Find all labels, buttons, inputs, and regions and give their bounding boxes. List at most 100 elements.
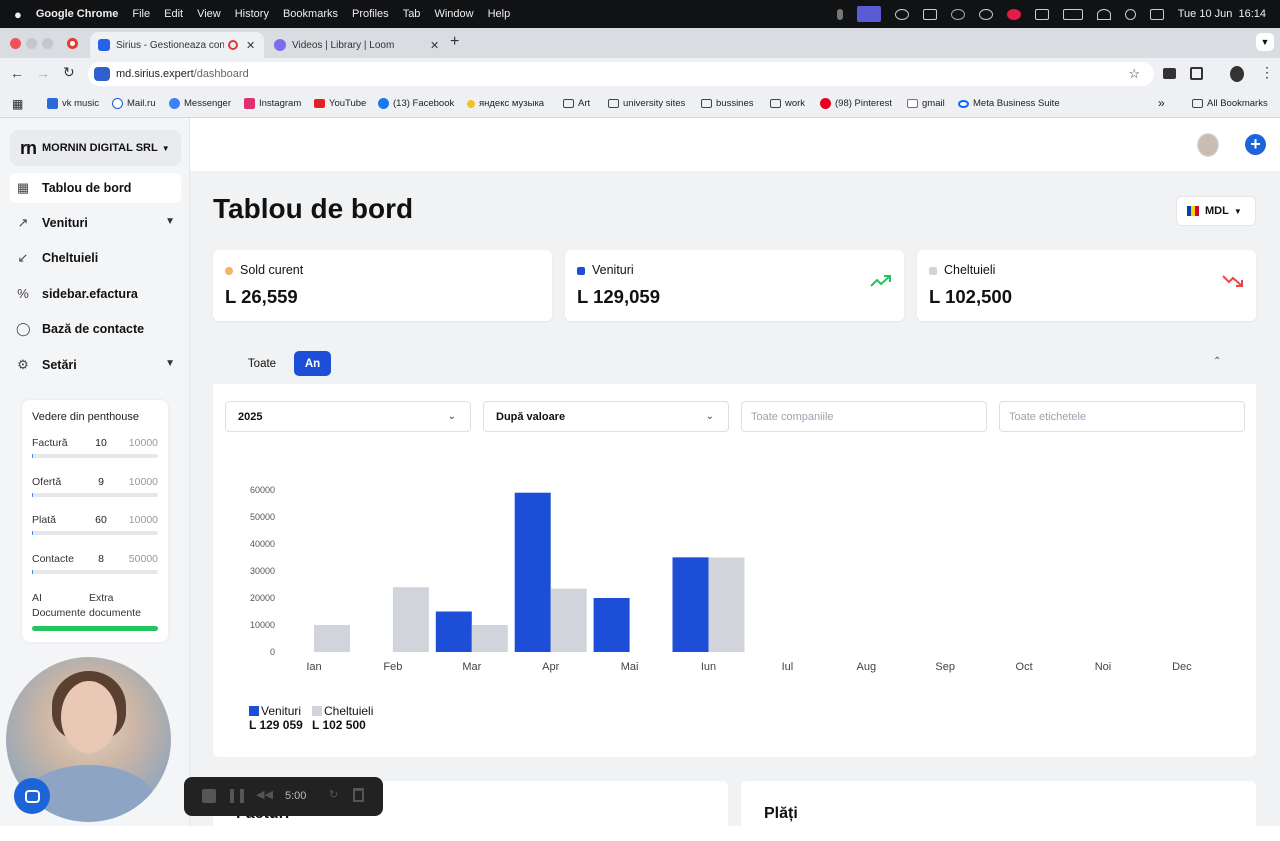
x-tick-label: Oct [1016, 661, 1033, 673]
bookmark-gmail[interactable]: gmail [907, 98, 945, 109]
bookmark-art[interactable]: Art [563, 98, 590, 109]
sidebar-item-efactura[interactable]: % sidebar.efactura [10, 279, 181, 309]
company-switcher[interactable]: rn MORNIN DIGITAL SRL ▼ [10, 130, 181, 166]
window-minimize-button[interactable] [26, 38, 37, 49]
menubar-clock[interactable]: Tue 10 Jun 16:14 [1178, 8, 1266, 20]
tab-sirius[interactable]: Sirius - Gestioneaza cont ✕ [90, 32, 264, 58]
bar-venituri-apr [514, 492, 551, 652]
bookmark-youtube[interactable]: YouTube [314, 98, 366, 109]
bookmark-meta-business-suite[interactable]: Meta Business Suite [958, 98, 1060, 109]
tab-toate[interactable]: Toate [239, 351, 285, 376]
more-bookmarks-chevron-icon[interactable]: » [1158, 96, 1165, 110]
menubar-status-area: Tue 10 Jun 16:14 [836, 0, 1266, 28]
menu-view[interactable]: View [197, 8, 221, 20]
menu-bookmarks[interactable]: Bookmarks [283, 8, 338, 20]
forward-button[interactable]: → [36, 65, 50, 81]
bookmark-star-icon[interactable]: ☆ [1128, 66, 1140, 82]
site-info-icon[interactable] [94, 67, 110, 81]
tab-search-button[interactable]: ▼ [1256, 33, 1274, 51]
legend-swatch [249, 706, 259, 716]
extension-icon[interactable] [1163, 68, 1176, 79]
menu-window[interactable]: Window [434, 8, 473, 20]
card-sold-curent: Sold curent L 26,559 [213, 250, 552, 321]
apple-icon[interactable]: ● [14, 7, 22, 22]
chrome-menu-icon[interactable]: ⋮ [1260, 64, 1274, 81]
plan-title: Vedere din penthouse [32, 411, 140, 423]
bookmark-facebook[interactable]: (13) Facebook [378, 98, 454, 109]
menu-edit[interactable]: Edit [164, 8, 183, 20]
chevron-down-icon[interactable]: ▼ [165, 358, 175, 369]
window-close-button[interactable] [10, 38, 21, 49]
reload-button[interactable]: ↻ [63, 64, 75, 81]
bookmark-work[interactable]: work [770, 98, 805, 109]
menu-file[interactable]: File [132, 8, 150, 20]
tab-title: Sirius - Gestioneaza cont [116, 39, 224, 51]
menu-profiles[interactable]: Profiles [352, 8, 389, 20]
gear-icon: ⚙ [17, 357, 29, 372]
menu-help[interactable]: Help [488, 8, 511, 20]
bookmark-mailru[interactable]: Mail.ru [112, 98, 156, 109]
chrome-extension-icon[interactable] [894, 8, 909, 20]
bookmark-instagram[interactable]: Instagram [244, 98, 301, 109]
user-avatar[interactable] [1197, 133, 1219, 157]
extensions-puzzle-icon[interactable] [1190, 67, 1203, 80]
rewind-icon[interactable]: ◀◀ [256, 788, 273, 801]
display-icon[interactable] [922, 8, 937, 20]
legend-item-venituri[interactable]: Venituri L 129 059 [249, 704, 303, 732]
currency-selector[interactable]: MDL ▼ [1176, 196, 1256, 226]
bookmark-pinterest[interactable]: (98) Pinterest [820, 98, 892, 109]
bookmark-vk-music[interactable]: vk music [47, 98, 99, 109]
window-zoom-button[interactable] [42, 38, 53, 49]
search-icon[interactable] [1124, 8, 1136, 20]
year-select[interactable]: 2025 ⌄ [225, 401, 471, 432]
tab-close-icon[interactable]: ✕ [430, 39, 439, 52]
stop-recording-button[interactable] [202, 789, 216, 803]
tab-loom[interactable]: Videos | Library | Loom ✕ [266, 32, 442, 58]
trash-icon[interactable] [353, 788, 364, 802]
menu-history[interactable]: History [235, 8, 269, 20]
companies-filter[interactable]: Toate companiile [741, 401, 987, 432]
pause-button[interactable] [230, 789, 244, 803]
legend-label: Venituri [261, 704, 302, 718]
sidebar-item-contacts[interactable]: ◯ Bază de contacte [10, 314, 181, 344]
y-tick-label: 20000 [250, 593, 275, 603]
sidebar-item-cheltuieli[interactable]: ↙ Cheltuieli [10, 243, 181, 273]
legend-item-cheltuieli[interactable]: Cheltuieli L 102 500 [312, 704, 373, 732]
sidebar-item-settings[interactable]: ⚙ Setări ▼ [10, 350, 181, 380]
bookmark-university-sites[interactable]: university sites [608, 98, 685, 109]
apps-grid-icon[interactable]: ▦ [12, 97, 23, 111]
microphone-icon[interactable] [836, 8, 843, 20]
labels-filter[interactable]: Toate etichetele [999, 401, 1245, 432]
input-source-icon[interactable] [1034, 8, 1049, 20]
sort-select[interactable]: După valoare ⌄ [483, 401, 729, 432]
collapse-chevron-icon[interactable]: ⌃ [1213, 356, 1221, 367]
battery-icon[interactable] [1062, 8, 1083, 20]
tab-an[interactable]: An [294, 351, 331, 376]
support-chat-button[interactable] [14, 778, 50, 814]
restart-icon[interactable]: ↻ [329, 788, 338, 801]
chevron-down-icon[interactable]: ▼ [165, 216, 175, 227]
menu-tab[interactable]: Tab [403, 8, 421, 20]
address-bar[interactable]: md.sirius.expert/dashboard ☆ [88, 62, 1154, 86]
all-bookmarks-button[interactable]: All Bookmarks [1192, 98, 1268, 109]
profile-avatar-icon[interactable] [1230, 66, 1244, 82]
back-button[interactable]: ← [10, 65, 24, 81]
folder-icon [608, 99, 619, 108]
bookmark-bussines[interactable]: bussines [701, 98, 754, 109]
menu-app-name[interactable]: Google Chrome [36, 8, 119, 20]
bar-venituri-iun [672, 557, 709, 652]
sidebar-item-dashboard[interactable]: ▦ Tablou de bord [10, 173, 181, 203]
moon-icon[interactable] [950, 8, 965, 20]
add-new-button[interactable]: + [1245, 134, 1266, 155]
wifi-icon[interactable] [1096, 8, 1111, 20]
usage-label: Contacte [32, 553, 75, 565]
new-tab-button[interactable]: + [450, 33, 459, 51]
vpn-icon[interactable] [978, 8, 993, 20]
bookmark-yandex-music[interactable]: яндекс музыка [467, 98, 544, 109]
tab-close-icon[interactable]: ✕ [246, 39, 255, 52]
status-icon[interactable] [1006, 8, 1021, 20]
bookmark-messenger[interactable]: Messenger [169, 98, 231, 109]
control-center-icon[interactable] [1149, 8, 1164, 20]
screen-share-icon[interactable] [856, 6, 881, 22]
sidebar-item-venituri[interactable]: ↗ Venituri ▼ [10, 208, 181, 238]
